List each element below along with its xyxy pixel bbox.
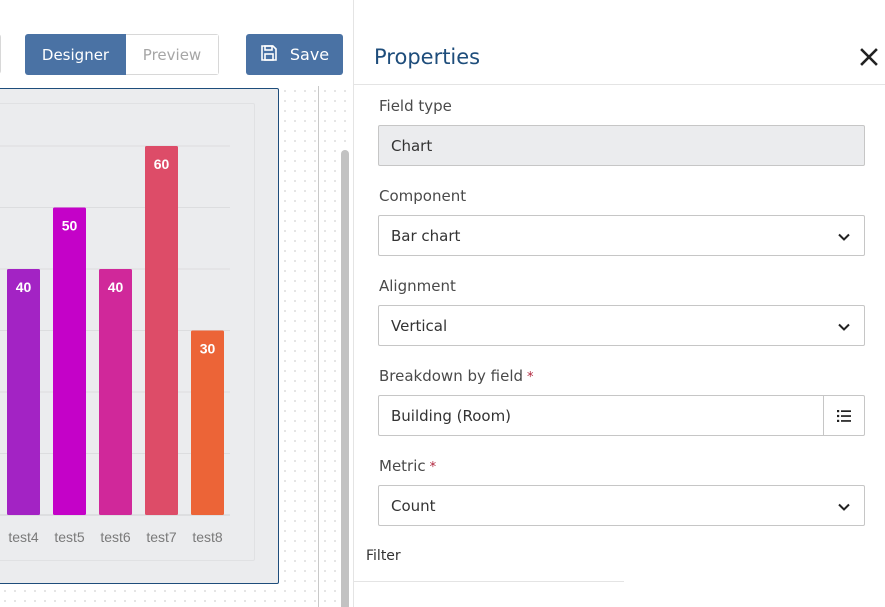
properties-panel: Properties Field type Chart Component Ba…: [353, 0, 885, 607]
breakdown-value: Building (Room): [391, 406, 512, 425]
bar-test4[interactable]: [7, 269, 40, 515]
metric-select[interactable]: Count: [378, 485, 865, 526]
x-tick-label: test7: [146, 529, 177, 545]
bar-test5[interactable]: [53, 207, 86, 516]
canvas-divider: [318, 86, 319, 607]
bar-test6[interactable]: [99, 269, 132, 515]
alignment-select[interactable]: Vertical: [378, 305, 865, 346]
bar-test7[interactable]: [145, 146, 178, 515]
filter-section-header[interactable]: Filter: [366, 548, 401, 564]
breakdown-label-text: Breakdown by field: [379, 367, 524, 385]
filter-divider: [354, 581, 624, 582]
component-label: Component: [379, 187, 467, 205]
x-tick-label: test4: [8, 529, 39, 545]
alignment-label: Alignment: [379, 277, 456, 295]
breakdown-input[interactable]: Building (Room): [378, 395, 865, 436]
bar-test8[interactable]: [191, 330, 224, 516]
field-picker-button[interactable]: [823, 396, 864, 435]
data-label: 40: [108, 279, 124, 295]
metric-label: Metric *: [379, 457, 436, 475]
component-value: Bar chart: [391, 226, 461, 245]
x-tick-label: test6: [100, 529, 131, 545]
data-label: 30: [200, 341, 216, 357]
chevron-down-icon: [838, 323, 850, 331]
canvas-scrollbar[interactable]: [341, 150, 349, 607]
bar-chart: 40 test4 50 test5 40 test6 60 test7 30 test8: [0, 145, 230, 545]
field-type-value: Chart: [391, 136, 433, 155]
field-type-input: Chart: [378, 125, 865, 166]
panel-header: Properties: [354, 0, 885, 85]
panel-title: Properties: [374, 45, 481, 69]
list-icon: [837, 409, 851, 422]
chevron-down-icon: [838, 233, 850, 241]
x-tick-label: test8: [192, 529, 223, 545]
component-select[interactable]: Bar chart: [378, 215, 865, 256]
data-label: 40: [16, 279, 32, 295]
data-label: 50: [62, 218, 78, 234]
field-type-label: Field type: [379, 97, 452, 115]
data-label: 60: [154, 156, 170, 172]
close-icon[interactable]: [857, 45, 881, 69]
breakdown-label: Breakdown by field *: [379, 367, 534, 385]
metric-label-text: Metric: [379, 457, 426, 475]
alignment-value: Vertical: [391, 316, 448, 335]
chevron-down-icon: [838, 503, 850, 511]
x-tick-label: test5: [54, 529, 85, 545]
required-marker: *: [429, 460, 437, 475]
metric-value: Count: [391, 496, 436, 515]
required-marker: *: [527, 370, 534, 385]
